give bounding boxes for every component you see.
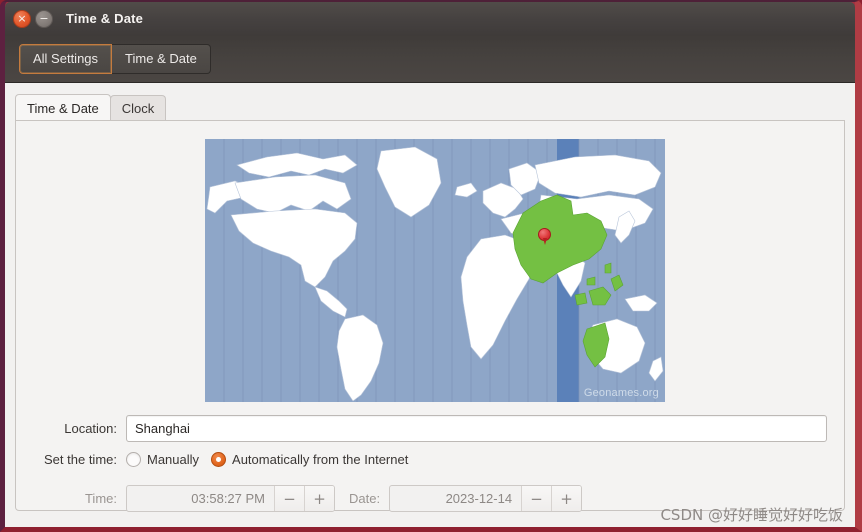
tab-time-and-date[interactable]: Time & Date (15, 94, 111, 121)
location-input[interactable]: Shanghai (126, 415, 827, 442)
set-time-label: Set the time: (44, 452, 117, 467)
radio-automatically-indicator (211, 452, 227, 467)
time-label: Time: (84, 491, 117, 506)
date-increment-button[interactable]: + (551, 486, 582, 511)
close-glyph: × (17, 12, 27, 25)
time-spinner[interactable]: 03:58:27 PM − + (126, 485, 335, 512)
radio-manually-indicator (126, 452, 141, 467)
window-title: Time & Date (66, 11, 144, 26)
toolbar-button-group: All Settings Time & Date (19, 43, 211, 74)
date-spinner[interactable]: 2023-12-14 − + (389, 485, 583, 512)
minimize-glyph: − (39, 12, 49, 25)
all-settings-button[interactable]: All Settings (19, 43, 113, 74)
watermark: CSDN @好好睡觉好好吃饭 (660, 506, 843, 524)
timezone-map[interactable]: Geonames.org (205, 139, 665, 402)
location-label: Location: (64, 421, 117, 436)
tab-clock[interactable]: Clock (109, 95, 167, 121)
radio-automatically[interactable]: Automatically from the Internet (211, 452, 408, 467)
tab-content-panel: Geonames.org Location: Shanghai Set the … (15, 121, 846, 512)
time-decrement-button[interactable]: − (274, 486, 304, 511)
time-value[interactable]: 03:58:27 PM (127, 486, 274, 511)
world-map-svg (205, 139, 665, 402)
minimize-icon[interactable]: − (35, 9, 53, 28)
date-label: Date: (349, 491, 381, 506)
toolbar: All Settings Time & Date (5, 35, 855, 83)
map-pin-tip (543, 238, 547, 245)
time-date-breadcrumb-button[interactable]: Time & Date (112, 43, 211, 74)
set-time-row: Set the time: Manually Automatically fro… (16, 452, 846, 467)
map-pin-icon (538, 228, 551, 245)
radio-manually[interactable]: Manually (126, 452, 199, 467)
time-increment-button[interactable]: + (304, 486, 334, 511)
time-and-date-window: × − Time & Date All Settings Time & Date… (0, 0, 862, 532)
location-row: Location: Shanghai (16, 415, 846, 442)
tab-bar: Time & Date Clock (15, 94, 167, 121)
radio-automatically-label: Automatically from the Internet (232, 452, 409, 467)
radio-manually-label: Manually (147, 452, 200, 467)
date-value[interactable]: 2023-12-14 (390, 486, 521, 511)
page-body: Time & Date Clock Geonames.org Location:… (5, 83, 855, 527)
window-titlebar: × − Time & Date (5, 2, 855, 35)
close-icon[interactable]: × (13, 9, 31, 28)
date-decrement-button[interactable]: − (521, 486, 552, 511)
